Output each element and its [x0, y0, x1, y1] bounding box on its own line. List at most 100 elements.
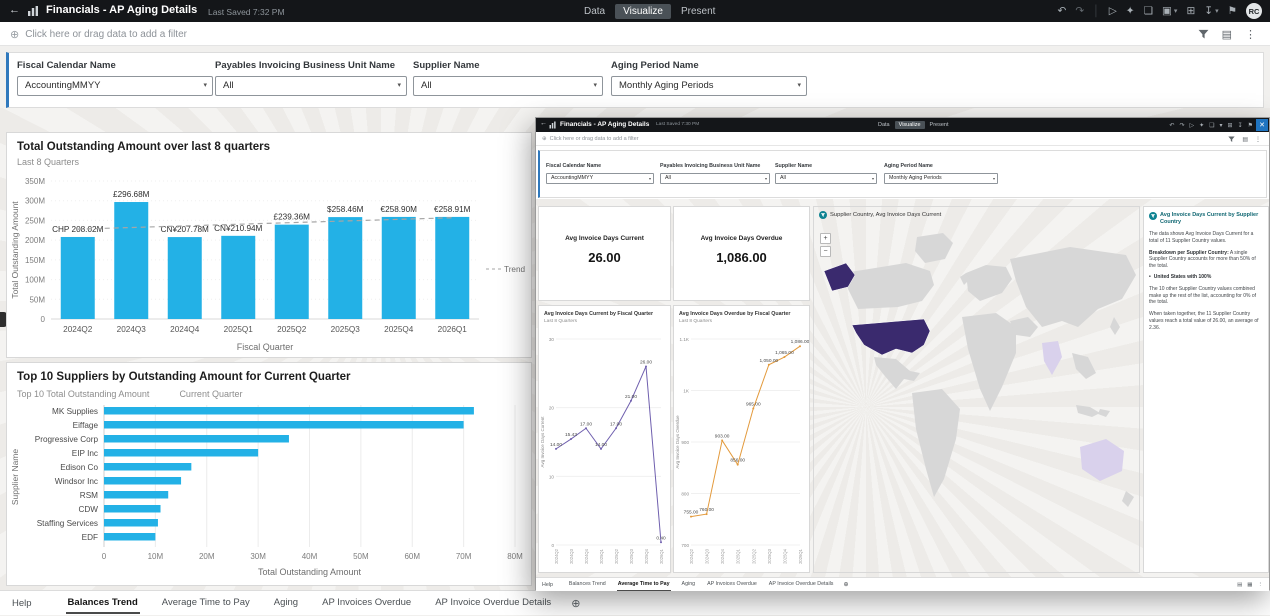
redo-icon[interactable]: ↷: [1179, 122, 1184, 129]
insight-paragraph: The 10 other Supplier Country values com…: [1149, 285, 1257, 306]
chevron-down-icon[interactable]: ▾: [1220, 122, 1223, 129]
help-link[interactable]: Help: [542, 582, 553, 588]
map-country-india[interactable]: [1042, 341, 1062, 375]
tab-average-time-to-pay[interactable]: Average Time to Pay: [150, 591, 262, 616]
map-country-australia[interactable]: [1080, 439, 1124, 481]
add-canvas-icon[interactable]: ⊕: [571, 597, 580, 610]
filter-select[interactable]: All ▾: [775, 173, 877, 184]
filter-bar-actions: ▤ ⋮: [1198, 22, 1256, 46]
filter-select[interactable]: All ▾: [660, 173, 770, 184]
nav-data[interactable]: Data: [576, 4, 613, 19]
filter-select[interactable]: Monthly Aging Periods ▾: [884, 173, 998, 184]
kpi-days-current[interactable]: Avg Invoice Days Current 26.00: [538, 206, 671, 301]
svg-text:CN¥210.94M: CN¥210.94M: [214, 224, 262, 233]
kpi-days-overdue[interactable]: Avg Invoice Days Overdue 1,086.00: [673, 206, 810, 301]
undo-icon[interactable]: ↶: [1169, 122, 1174, 129]
chevron-down-icon: ▾: [397, 82, 401, 89]
map-region-japan: [1110, 317, 1120, 335]
bookmark-icon[interactable]: ⚑: [1228, 5, 1237, 17]
add-filter-target[interactable]: ⊕ Click here or drag data to add a filte…: [10, 22, 187, 46]
nav-visualize[interactable]: Visualize: [894, 121, 925, 129]
svg-text:965.00: 965.00: [746, 402, 761, 408]
insight-paragraph: Breakdown per Supplier Country: A single…: [1149, 249, 1256, 270]
bar-chart-outstanding[interactable]: 350M300M250M200M150M100M50M0CHP 208.02M2…: [7, 167, 531, 355]
map-title: Supplier Country, Avg Invoice Days Curre…: [830, 212, 942, 218]
add-canvas-icon[interactable]: ⊕: [843, 581, 848, 588]
tab-ap-invoice-overdue-details[interactable]: AP Invoice Overdue Details: [763, 578, 840, 592]
filter-select[interactable]: AccountingMMYY ▾: [17, 76, 213, 96]
auto-insights-icon[interactable]: ✦: [1126, 5, 1135, 17]
line-chart-days-overdue[interactable]: 1.1K 1K 900 800 700 755.00 2024Q2 760.00 2024Q3 9…: [674, 327, 809, 571]
nav-data[interactable]: Data: [874, 121, 894, 129]
export-icon[interactable]: ↧: [1238, 122, 1243, 129]
svg-text:26.00: 26.00: [640, 359, 652, 365]
filter-select[interactable]: All ▾: [413, 76, 603, 96]
back-icon[interactable]: ←: [9, 4, 20, 16]
grid2-view-icon[interactable]: ▦: [1247, 582, 1252, 588]
back-icon[interactable]: ←: [540, 120, 547, 127]
tab-ap-invoices-overdue[interactable]: AP Invoices Overdue: [310, 591, 423, 616]
svg-text:1K: 1K: [683, 389, 690, 394]
kebab-menu-icon[interactable]: ⋮: [1255, 136, 1261, 143]
chart-legend-row: Top 10 Total Outstanding Amount Current …: [17, 389, 531, 399]
kebab-menu-icon[interactable]: ⋮: [1258, 582, 1264, 588]
nav-present[interactable]: Present: [673, 4, 723, 19]
tab-balances-trend[interactable]: Balances Trend: [563, 578, 612, 592]
print-icon[interactable]: ❏: [1209, 122, 1214, 129]
circle-plus-icon: ⊕: [542, 136, 547, 142]
filter-select[interactable]: Monthly Aging Periods ▾: [611, 76, 807, 96]
world-map[interactable]: [814, 225, 1139, 572]
svg-text:760.00: 760.00: [699, 507, 714, 513]
zoom-in-button[interactable]: +: [820, 233, 831, 244]
tab-ap-invoices-overdue[interactable]: AP Invoices Overdue: [701, 578, 763, 592]
filter-fiscal-calendar: Fiscal Calendar Name AccountingMMYY ▾: [546, 163, 654, 184]
tab-average-time-to-pay[interactable]: Average Time to Pay: [612, 578, 676, 592]
help-link[interactable]: Help: [12, 598, 32, 609]
comment-menu[interactable]: ▣ ▾: [1162, 5, 1177, 17]
export-menu[interactable]: ↧ ▾: [1204, 5, 1218, 17]
grid-view-icon[interactable]: ▤: [1242, 136, 1248, 143]
print-icon[interactable]: ❏: [1144, 5, 1153, 17]
tab-balances-trend[interactable]: Balances Trend: [56, 591, 150, 616]
add-filter-target[interactable]: ⊕ Click here or drag data to add a filte…: [542, 132, 639, 146]
auto-insights-icon[interactable]: ✦: [1199, 122, 1204, 129]
nav-visualize[interactable]: Visualize: [615, 3, 671, 19]
svg-text:300M: 300M: [25, 197, 45, 206]
svg-text:10M: 10M: [148, 552, 164, 561]
close-window-button[interactable]: ✕: [1256, 119, 1268, 131]
filter-select[interactable]: AccountingMMYY ▾: [546, 173, 654, 184]
canvas-tab-bar: Help Balances Trend Average Time to Pay …: [0, 590, 1270, 615]
undo-icon[interactable]: ↶: [1058, 5, 1067, 17]
bookmark-icon[interactable]: ⚑: [1248, 122, 1253, 129]
schedule-icon[interactable]: ⊞: [1186, 5, 1195, 17]
toolbar-divider: │: [1093, 5, 1100, 17]
funnel-icon[interactable]: [1228, 136, 1235, 143]
map-region-mexico: [874, 357, 920, 389]
kebab-menu-icon[interactable]: ⋮: [1245, 28, 1256, 41]
tab-aging[interactable]: Aging: [676, 578, 702, 592]
user-avatar[interactable]: RC: [1246, 3, 1262, 19]
line-chart-days-current[interactable]: 30 20 10 0 14.00 2024Q2 15.43 2024Q3 17.00 2024Q4…: [539, 327, 670, 571]
grid-view-icon[interactable]: ▤: [1237, 582, 1242, 588]
map-country-united-states[interactable]: [851, 318, 931, 356]
svg-text:1,065.00: 1,065.00: [775, 350, 794, 356]
svg-text:700: 700: [681, 543, 689, 548]
funnel-icon[interactable]: [1198, 29, 1209, 40]
redo-icon[interactable]: ↷: [1075, 5, 1084, 17]
tab-ap-invoice-overdue-details[interactable]: AP Invoice Overdue Details: [423, 591, 563, 616]
nav-present[interactable]: Present: [926, 121, 953, 129]
svg-text:14.00: 14.00: [550, 442, 562, 448]
zoom-out-button[interactable]: −: [820, 246, 831, 257]
schedule-icon[interactable]: ⊞: [1228, 122, 1233, 129]
present-play-icon[interactable]: ▷: [1189, 122, 1194, 129]
add-filter-hint: Click here or drag data to add a filter: [25, 28, 187, 40]
chevron-down-icon: ▾: [593, 82, 597, 89]
svg-text:14.00: 14.00: [595, 442, 607, 448]
tab-aging[interactable]: Aging: [262, 591, 310, 616]
filter-select[interactable]: All ▾: [215, 76, 407, 96]
grid-view-icon[interactable]: ▤: [1222, 28, 1232, 41]
present-play-icon[interactable]: ▷: [1109, 5, 1117, 17]
svg-text:RSM: RSM: [80, 491, 98, 500]
svg-text:€258.91M: €258.91M: [434, 205, 471, 214]
hbar-chart-suppliers[interactable]: 0 10M 20M 30M 40M 50M 60M 70M 80M MK Supplies Eiff…: [7, 399, 531, 577]
